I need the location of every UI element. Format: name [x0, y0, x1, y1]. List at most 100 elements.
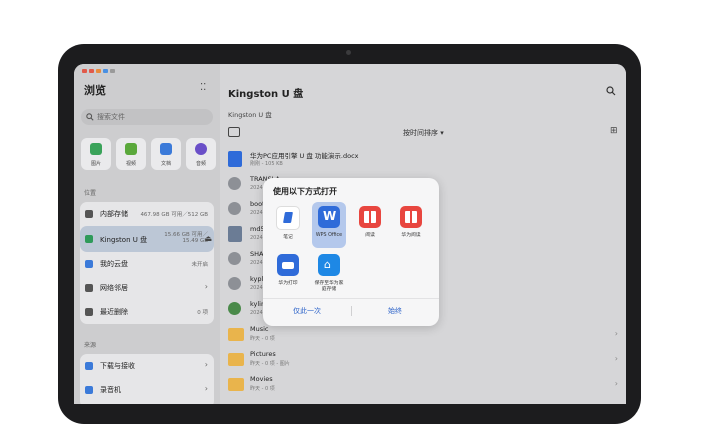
chevron-right-icon: ›	[614, 329, 618, 338]
new-folder-icon[interactable]	[228, 127, 240, 137]
source-recorder[interactable]: 录音机 ›	[80, 378, 214, 402]
file-name: Movies	[250, 375, 273, 383]
disc-image-icon	[228, 202, 241, 215]
location-network[interactable]: 网络邻居 ›	[80, 276, 214, 300]
chevron-right-icon: ›	[204, 282, 208, 291]
category-videos[interactable]: 视频	[116, 138, 146, 170]
just-once-button[interactable]: 仅此一次	[263, 306, 351, 316]
folder-icon	[228, 328, 244, 341]
eject-icon[interactable]: ⏏	[204, 234, 212, 243]
reader-icon	[359, 206, 381, 228]
folder-icon	[228, 378, 244, 391]
location-info: 467.98 GB 可用／512 GB	[140, 212, 208, 218]
text-file-icon	[228, 226, 242, 242]
app-notes[interactable]: 笔记	[272, 206, 304, 241]
app-label: 华为打印	[278, 281, 298, 286]
huawei-books-icon	[400, 206, 422, 228]
location-internal-storage[interactable]: 内部存储 467.98 GB 可用／512 GB	[80, 202, 214, 226]
file-name: Pictures	[250, 350, 276, 358]
category-label: 图片	[90, 161, 101, 167]
location-label: 我的云盘	[100, 260, 128, 268]
category-documents[interactable]: 文档	[151, 138, 181, 170]
image-icon	[90, 143, 102, 155]
app-huawei-books[interactable]: 华为阅读	[395, 206, 427, 239]
storage-icon	[85, 210, 93, 218]
dialog-title: 使用以下方式打开	[273, 187, 337, 196]
search-placeholder: 搜索文件	[97, 113, 125, 121]
file-meta: 昨天 - 0 项 - 图片	[250, 361, 290, 367]
app-home-storage[interactable]: ⌂ 保存至华为家庭存储	[313, 254, 345, 293]
word-file-icon	[228, 151, 242, 167]
location-recently-deleted[interactable]: 最近删除 0 项	[80, 300, 214, 324]
folder-title: Kingston U 盘	[228, 89, 304, 100]
breadcrumb[interactable]: Kingston U 盘	[228, 109, 272, 119]
chevron-right-icon: ›	[614, 354, 618, 363]
source-label: 录音机	[100, 386, 121, 394]
location-label: 最近删除	[100, 308, 128, 316]
app-label: 华为阅读	[401, 233, 421, 238]
category-audio[interactable]: 音频	[186, 138, 216, 170]
file-name: Music	[250, 325, 269, 333]
file-row[interactable]: 华为PC应用引擎 U 盘 功能演示.docx 刚刚 - 105 KB	[220, 147, 626, 172]
page-title: 浏览	[84, 84, 106, 97]
section-header: 位置	[84, 190, 97, 197]
file-meta: 刚刚 - 105 KB	[250, 161, 283, 167]
search-input[interactable]: 搜索文件	[81, 109, 213, 125]
notes-icon	[276, 206, 300, 230]
network-icon	[85, 284, 93, 292]
folder-icon	[228, 353, 244, 366]
sidebar: 浏览 ⁚⁚ 搜索文件 图片 视频 文档 音频 位置 内部存储 467.98 GB…	[74, 64, 220, 404]
home-storage-icon: ⌂	[318, 254, 340, 276]
category-images[interactable]: 图片	[81, 138, 111, 170]
sources-card: 下载与接收 › 录音机 ›	[80, 354, 214, 404]
recorder-icon	[85, 386, 93, 394]
app-huawei-print[interactable]: 华为打印	[272, 254, 304, 287]
location-kingston-usb[interactable]: Kingston U 盘 15.66 GB 可用／ 15.49 GB ⏏	[80, 226, 214, 252]
app-wps-office[interactable]: W WPS Office	[313, 206, 345, 239]
audio-icon	[195, 143, 207, 155]
app-reader[interactable]: 阅读	[354, 206, 386, 239]
grid-view-icon[interactable]: ⊞	[610, 126, 618, 136]
location-cloud-drive[interactable]: 我的云盘 未开启	[80, 252, 214, 276]
camera	[346, 50, 351, 55]
search-icon[interactable]	[606, 86, 616, 96]
file-meta: 昨天 - 0 项	[250, 336, 275, 342]
status-icon	[103, 69, 108, 73]
wps-office-icon: W	[318, 206, 340, 228]
status-icon	[96, 69, 101, 73]
app-package-icon	[228, 302, 241, 315]
category-label: 视频	[125, 161, 136, 167]
cloud-icon	[85, 260, 93, 268]
status-icon	[89, 69, 94, 73]
section-header: 来源	[84, 342, 97, 349]
category-label: 文档	[160, 161, 171, 167]
sort-dropdown[interactable]: 按时间排序 ▾	[403, 128, 444, 138]
video-icon	[125, 143, 137, 155]
status-icon	[110, 69, 115, 73]
always-button[interactable]: 始终	[351, 306, 439, 316]
download-icon	[85, 362, 93, 370]
file-meta: 昨天 - 0 项	[250, 386, 275, 392]
file-row[interactable]: Pictures 昨天 - 0 项 - 图片 ›	[220, 347, 626, 372]
open-with-dialog: 使用以下方式打开 笔记 W WPS Office 阅读 华为阅读 华为打印 ⌂ …	[263, 178, 439, 326]
category-label: 音频	[195, 161, 206, 167]
chevron-right-icon: ›	[614, 379, 618, 388]
chevron-right-icon: ›	[204, 384, 208, 393]
app-label: 保存至华为家庭存储	[314, 281, 344, 292]
divider	[263, 298, 439, 299]
app-label: 阅读	[365, 233, 375, 238]
chevron-right-icon: ›	[204, 360, 208, 369]
source-downloads[interactable]: 下载与接收 ›	[80, 354, 214, 378]
location-label: 网络邻居	[100, 284, 128, 292]
location-info: 0 项	[197, 310, 208, 316]
app-label: 笔记	[283, 235, 293, 240]
collapse-sidebar-icon[interactable]: ⁚⁚	[200, 82, 206, 93]
app-label: WPS Office	[315, 233, 343, 238]
disc-image-icon	[228, 277, 241, 290]
locations-card: 内部存储 467.98 GB 可用／512 GB Kingston U 盘 15…	[80, 202, 214, 324]
location-label: 内部存储	[100, 210, 128, 218]
trash-icon	[85, 308, 93, 316]
file-row[interactable]: Movies 昨天 - 0 项 ›	[220, 372, 626, 397]
location-label: Kingston U 盘	[100, 236, 148, 244]
status-icon	[82, 69, 87, 73]
